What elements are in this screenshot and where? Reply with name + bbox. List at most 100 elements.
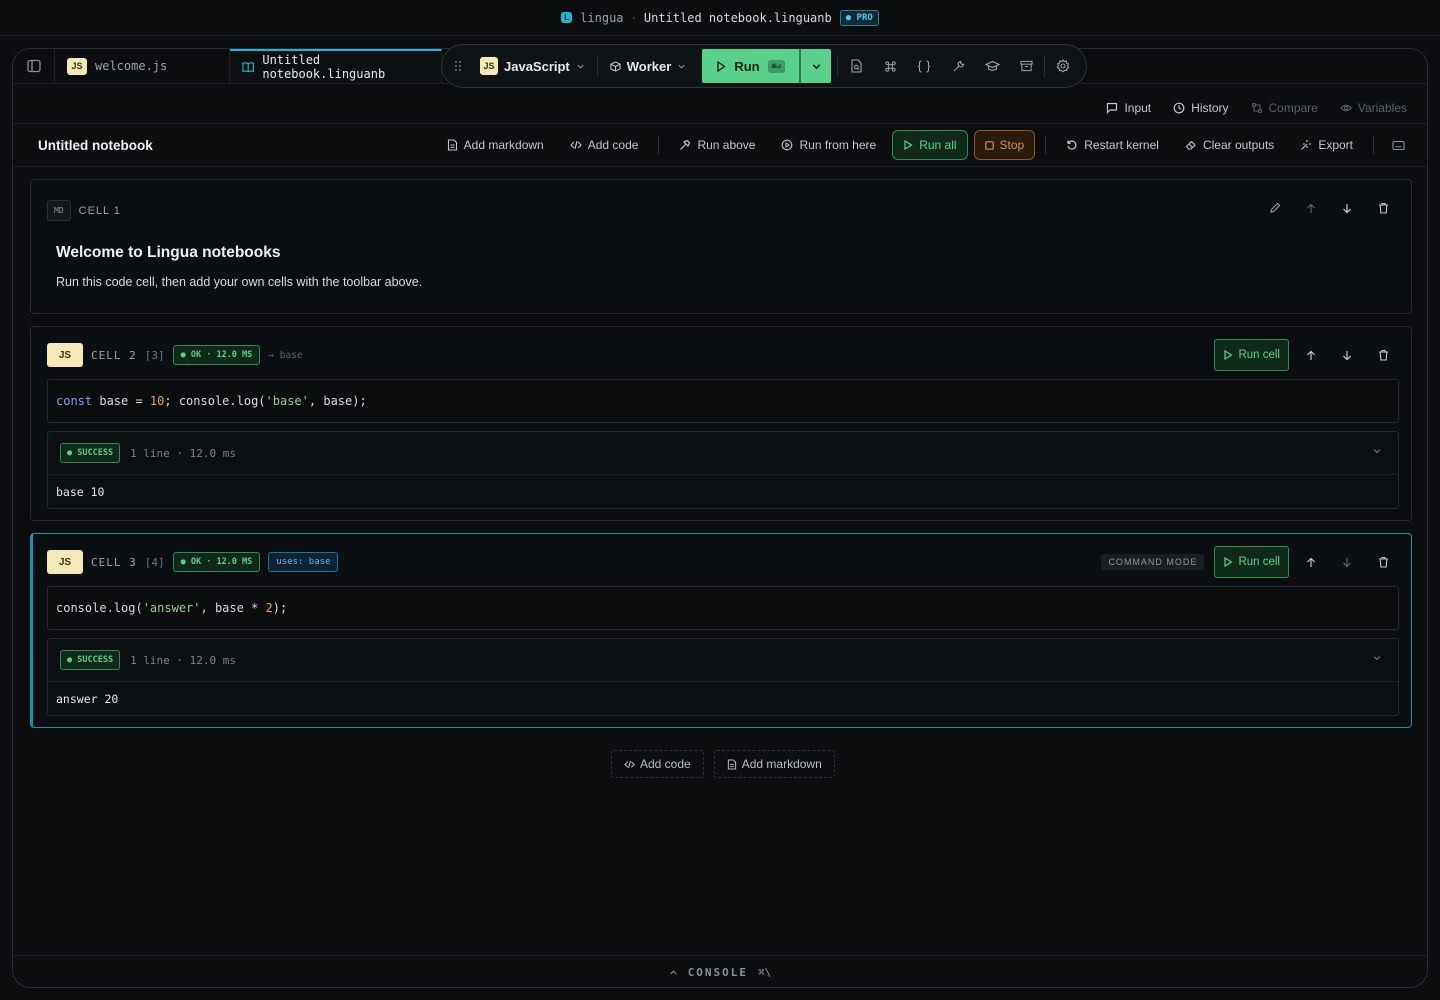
chevron-down-icon[interactable] <box>1372 446 1382 456</box>
wrench-icon <box>953 60 964 72</box>
status-badge: ● OK · 12.0 MS <box>172 345 261 365</box>
file-search-button[interactable] <box>840 50 872 82</box>
notebook-icon <box>242 62 254 73</box>
code-cell-focused[interactable]: JS CELL 3 [4] ● OK · 12.0 MS uses: base … <box>30 533 1412 728</box>
input-panel-link[interactable]: Input <box>1106 101 1151 115</box>
clear-outputs-button[interactable]: Clear outputs <box>1175 131 1284 159</box>
success-badge: ● SUCCESS <box>60 650 121 670</box>
add-markdown-cell-button[interactable]: Add markdown <box>713 750 835 778</box>
code-cell[interactable]: JS CELL 2 [3] ● OK · 12.0 MS → base Run … <box>30 326 1412 521</box>
app-name: lingua <box>580 10 624 25</box>
runtime-select[interactable]: Worker <box>600 51 697 81</box>
code-number: 2 <box>265 601 273 615</box>
drag-handle-icon[interactable] <box>448 60 468 72</box>
command-palette-button[interactable] <box>874 50 906 82</box>
learn-button[interactable] <box>976 50 1008 82</box>
code-text: ); <box>272 601 288 615</box>
tab-untitled-notebook[interactable]: Untitled notebook.linguanb <box>230 49 442 83</box>
format-code-button[interactable] <box>908 50 940 82</box>
move-up-button[interactable] <box>1297 194 1325 222</box>
delete-cell-button[interactable] <box>1369 548 1397 576</box>
code-keyword: const <box>56 394 93 408</box>
markdown-cell[interactable]: MD CELL 1 Welcome to Lingua notebooks Ru… <box>30 179 1412 314</box>
actions-divider <box>658 136 660 154</box>
dependency-label: → base <box>268 349 303 361</box>
move-down-button[interactable] <box>1333 341 1361 369</box>
cell-output: ● SUCCESS 1 line · 12.0 ms answer 20 <box>47 638 1399 716</box>
run-cell-button[interactable]: Run cell <box>1214 546 1289 578</box>
run-all-button[interactable]: Run all <box>892 130 968 160</box>
add-markdown-button[interactable]: Add markdown <box>437 131 554 159</box>
output-text: answer 20 <box>56 691 119 706</box>
app-logo-icon: L <box>561 12 573 23</box>
cell-label: CELL 1 <box>78 204 121 217</box>
play-icon <box>1224 557 1234 567</box>
code-text: console.log( <box>56 601 143 615</box>
tab-welcome-js[interactable]: JS welcome.js <box>55 49 230 83</box>
success-badge: ● SUCCESS <box>60 443 121 463</box>
clear-outputs-label: Clear outputs <box>1202 138 1275 152</box>
compare-panel-link[interactable]: Compare <box>1251 101 1318 115</box>
sparkles-icon <box>1301 140 1312 150</box>
language-label: JavaScript <box>504 58 570 74</box>
markdown-type-tag: MD <box>47 200 71 221</box>
run-above-button[interactable]: Run above <box>669 131 765 159</box>
language-select[interactable]: JS JavaScript <box>470 51 595 81</box>
title-separator: · <box>631 10 636 25</box>
delete-cell-button[interactable] <box>1369 341 1397 369</box>
file-search-icon <box>851 59 862 73</box>
code-editor[interactable]: console.log('answer', base * 2); <box>47 586 1399 630</box>
code-string: 'base' <box>265 394 309 408</box>
chevron-down-icon[interactable] <box>1372 653 1382 663</box>
code-string: 'answer' <box>142 601 201 615</box>
js-file-icon: JS <box>67 57 87 75</box>
add-code-cell-button[interactable]: Add code <box>611 750 704 778</box>
code-editor[interactable]: const base = 10; console.log('base', bas… <box>47 379 1399 423</box>
console-shortcut: ⌘\ <box>758 966 772 979</box>
stop-button[interactable]: Stop <box>973 130 1036 160</box>
edit-cell-button[interactable] <box>1261 194 1289 222</box>
run-button[interactable]: Run ⌘⏎ <box>702 49 802 83</box>
run-cell-button[interactable]: Run cell <box>1214 339 1289 371</box>
run-from-here-button[interactable]: Run from here <box>771 131 886 159</box>
output-header[interactable]: ● SUCCESS 1 line · 12.0 ms <box>48 639 1398 682</box>
move-up-button[interactable] <box>1297 548 1325 576</box>
variables-panel-link[interactable]: Variables <box>1339 101 1407 115</box>
chevron-up-icon <box>670 970 677 975</box>
console-toggle-bar[interactable]: CONSOLE ⌘\ <box>13 955 1427 987</box>
add-code-button[interactable]: Add code <box>560 131 649 159</box>
restart-kernel-button[interactable]: Restart kernel <box>1056 131 1169 159</box>
code-icon <box>624 760 635 768</box>
markdown-body: Run this code cell, then add your own ce… <box>56 275 423 289</box>
cell-controls: Run cell <box>1214 339 1397 371</box>
git-compare-icon <box>1251 102 1262 114</box>
keyboard-shortcuts-button[interactable] <box>1384 131 1413 159</box>
add-code-label: Add code <box>587 138 639 152</box>
add-markdown-label: Add markdown <box>463 138 544 152</box>
output-text: base 10 <box>56 484 105 499</box>
move-up-button[interactable] <box>1297 341 1325 369</box>
output-header[interactable]: ● SUCCESS 1 line · 12.0 ms <box>48 432 1398 475</box>
file-text-icon <box>727 758 736 770</box>
stop-label: Stop <box>999 138 1025 152</box>
sidebar-toggle-button[interactable] <box>13 49 55 83</box>
tab-label: Untitled notebook.linguanb <box>262 53 386 81</box>
settings-button[interactable] <box>1047 50 1079 82</box>
run-cell-label: Run cell <box>1238 349 1280 361</box>
export-button[interactable]: Export <box>1290 131 1363 159</box>
runtime-label: Worker <box>626 58 672 74</box>
delete-cell-button[interactable] <box>1369 194 1397 222</box>
cell-controls <box>1261 194 1397 222</box>
add-markdown-label: Add markdown <box>741 757 822 771</box>
move-down-button[interactable] <box>1333 194 1361 222</box>
cube-icon <box>610 60 621 72</box>
notebook-actions: Add markdown Add code Run above Run from… <box>437 130 1413 160</box>
trash-icon <box>1378 349 1388 361</box>
restart-kernel-label: Restart kernel <box>1084 138 1159 152</box>
tools-button[interactable] <box>942 50 974 82</box>
run-options-button[interactable] <box>801 49 831 83</box>
archive-button[interactable] <box>1010 50 1042 82</box>
sidebar-icon <box>26 59 41 73</box>
history-panel-link[interactable]: History <box>1173 101 1229 115</box>
move-down-button[interactable] <box>1333 548 1361 576</box>
